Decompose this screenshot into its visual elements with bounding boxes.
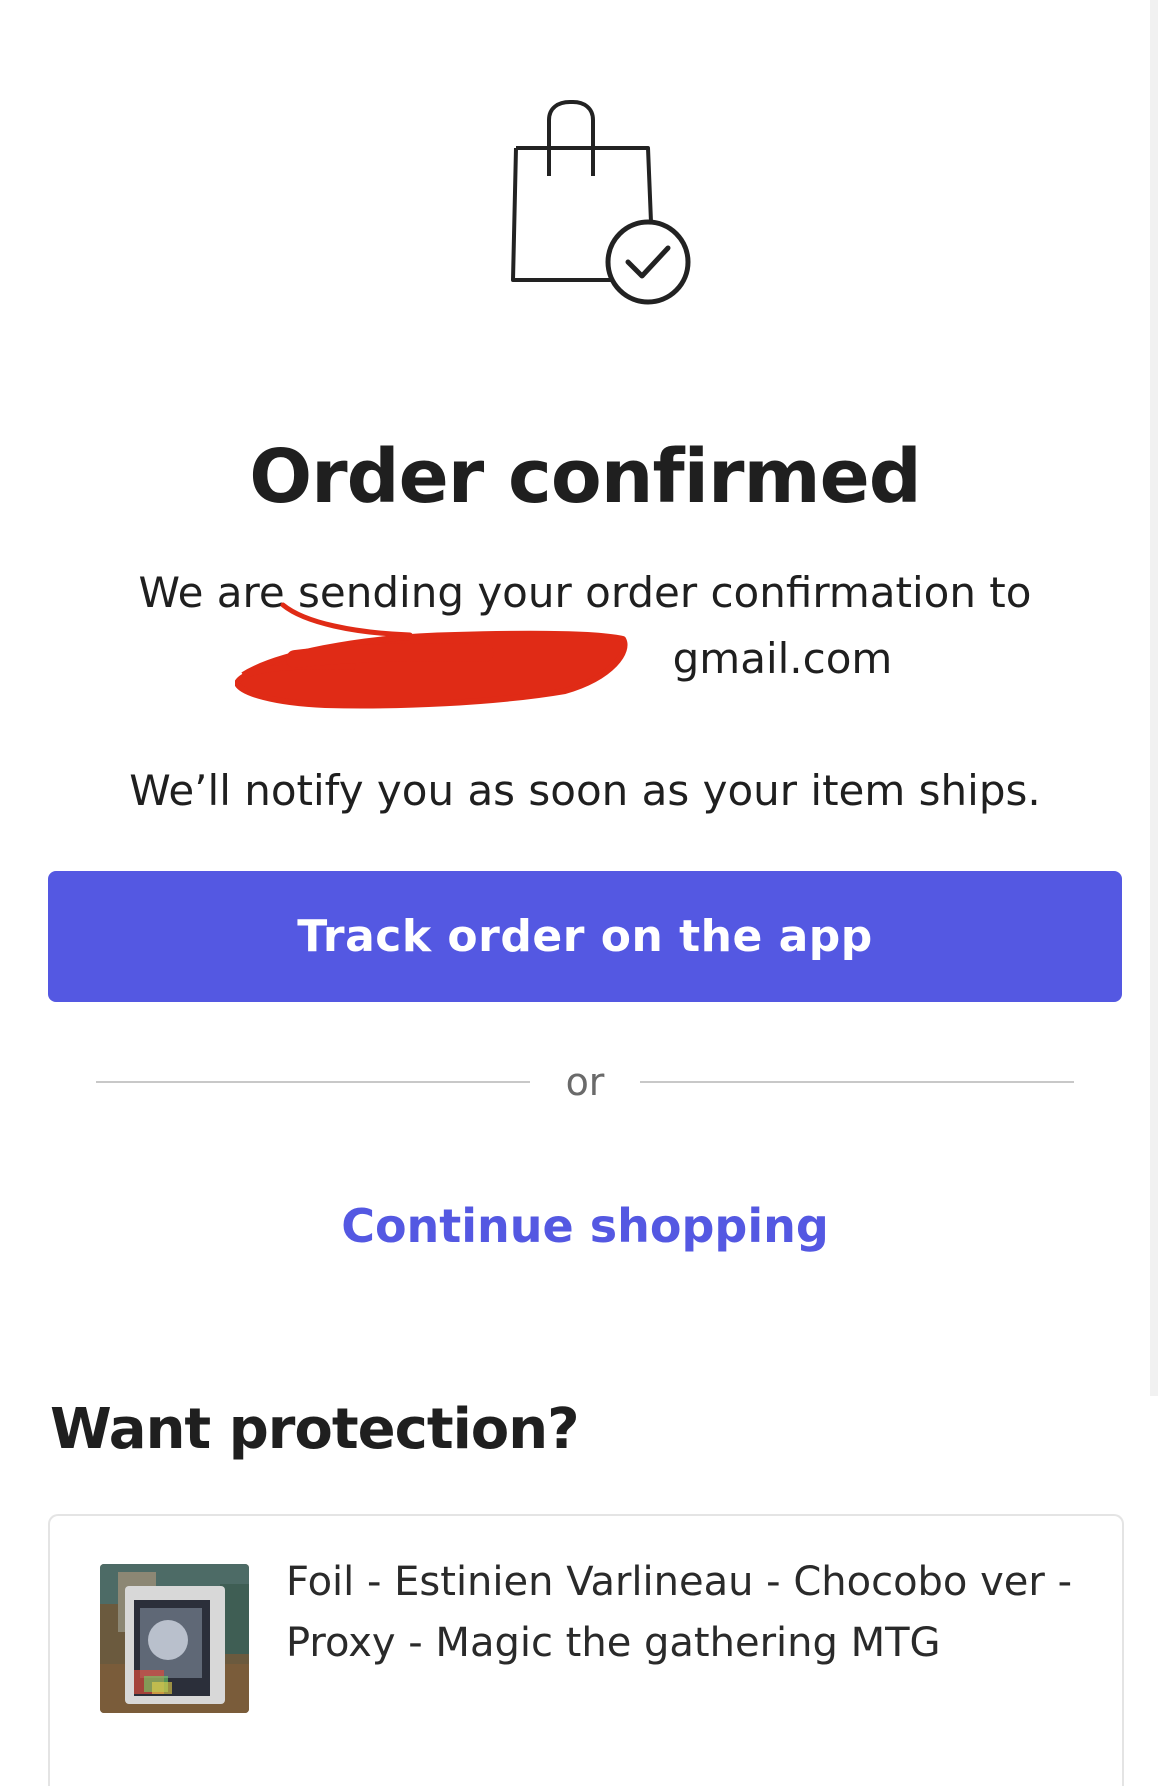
divider-right bbox=[640, 1081, 1074, 1083]
divider-label: or bbox=[565, 1060, 605, 1104]
item-thumbnail bbox=[100, 1564, 249, 1713]
protection-heading: Want protection? bbox=[50, 1397, 580, 1462]
ship-notification-message: We’ll notify you as soon as your item sh… bbox=[129, 766, 1041, 815]
continue-shopping-link[interactable]: Continue shopping bbox=[0, 1193, 1170, 1259]
track-order-button[interactable]: Track order on the app bbox=[48, 871, 1122, 1002]
divider-left bbox=[96, 1081, 530, 1083]
scrollbar[interactable] bbox=[1150, 0, 1158, 1396]
page-title: Order confirmed bbox=[249, 434, 922, 520]
shopping-bag-check-icon bbox=[511, 100, 691, 305]
redaction-scribble bbox=[235, 602, 628, 709]
protection-item-card[interactable]: Foil - Estinien Varlineau - Chocobo ver … bbox=[48, 1514, 1124, 1786]
item-title[interactable]: Foil - Estinien Varlineau - Chocobo ver … bbox=[286, 1552, 1086, 1674]
